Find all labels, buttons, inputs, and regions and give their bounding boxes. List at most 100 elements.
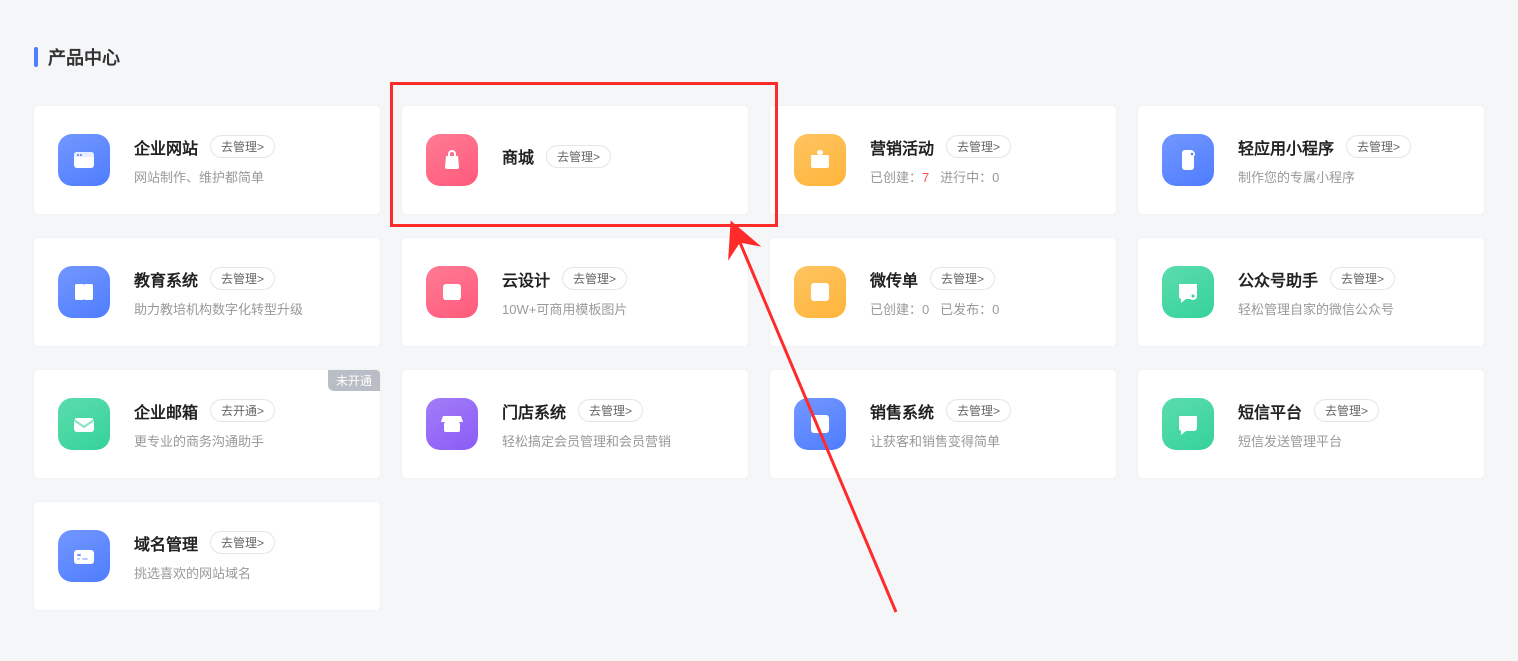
product-card-edu[interactable]: 教育系统去管理> 助力教培机构数字化转型升级 [34, 238, 380, 346]
card-head: 域名管理去管理> [134, 531, 356, 555]
section-header: 产品中心 [34, 44, 1484, 70]
product-card-domain[interactable]: 域名管理去管理> 挑选喜欢的网站域名 [34, 502, 380, 610]
manage-button[interactable]: 去管理> [210, 531, 275, 554]
card-title: 云设计 [502, 267, 550, 291]
label-published: 已发布： [940, 302, 992, 317]
card-title: 营销活动 [870, 135, 934, 159]
manage-button[interactable]: 去管理> [1314, 399, 1379, 422]
mail-icon [58, 398, 110, 450]
card-body: 商城去管理> [502, 144, 724, 176]
value-running: 0 [992, 170, 999, 185]
manage-button[interactable]: 去管理> [1330, 267, 1395, 290]
product-card-sms[interactable]: 短信平台去管理> 短信发送管理平台 [1138, 370, 1484, 478]
card-title: 短信平台 [1238, 399, 1302, 423]
card-title: 公众号助手 [1238, 267, 1318, 291]
browser-icon [58, 134, 110, 186]
card-title: 销售系统 [870, 399, 934, 423]
manage-button[interactable]: 去管理> [562, 267, 627, 290]
value-created: 0 [922, 302, 929, 317]
card-body: 轻应用小程序去管理> 制作您的专属小程序 [1238, 135, 1460, 186]
activate-button[interactable]: 去开通> [210, 399, 275, 422]
card-body: 云设计去管理> 10W+可商用模板图片 [502, 267, 724, 318]
section-accent-bar [34, 47, 38, 67]
card-head: 企业邮箱去开通> [134, 399, 356, 423]
product-card-website[interactable]: 企业网站去管理> 网站制作、维护都简单 [34, 106, 380, 214]
chat-gear-icon [1162, 266, 1214, 318]
card-title: 教育系统 [134, 267, 198, 291]
card-title: 域名管理 [134, 531, 198, 555]
phone-icon [1162, 134, 1214, 186]
card-head: 短信平台去管理> [1238, 399, 1460, 423]
list-icon [794, 398, 846, 450]
card-head: 营销活动去管理> [870, 135, 1092, 159]
card-description: 轻松搞定会员管理和会员营销 [502, 431, 724, 450]
card-body: 企业网站去管理> 网站制作、维护都简单 [134, 135, 356, 186]
card-body: 公众号助手去管理> 轻松管理自家的微信公众号 [1238, 267, 1460, 318]
manage-button[interactable]: 去管理> [1346, 135, 1411, 158]
card-head: 云设计去管理> [502, 267, 724, 291]
card-title: 企业网站 [134, 135, 198, 159]
product-card-wechat[interactable]: 公众号助手去管理> 轻松管理自家的微信公众号 [1138, 238, 1484, 346]
card-head: 商城去管理> [502, 144, 724, 168]
gift-icon [794, 134, 846, 186]
manage-button[interactable]: 去管理> [210, 267, 275, 290]
card-head: 销售系统去管理> [870, 399, 1092, 423]
manage-button[interactable]: 去管理> [930, 267, 995, 290]
manage-button[interactable]: 去管理> [210, 135, 275, 158]
card-title: 企业邮箱 [134, 399, 198, 423]
picture-icon [426, 266, 478, 318]
storefront-icon [426, 398, 478, 450]
product-grid: 企业网站去管理>网站制作、维护都简单商城去管理>营销活动去管理>已创建：7 进行… [34, 106, 1484, 610]
product-card-mail[interactable]: 未开通企业邮箱去开通> 更专业的商务沟通助手 [34, 370, 380, 478]
card-body: 企业邮箱去开通> 更专业的商务沟通助手 [134, 399, 356, 450]
card-head: 轻应用小程序去管理> [1238, 135, 1460, 159]
card-description: 挑选喜欢的网站域名 [134, 563, 356, 582]
card-title: 轻应用小程序 [1238, 135, 1334, 159]
product-card-design[interactable]: 云设计去管理> 10W+可商用模板图片 [402, 238, 748, 346]
card-description: 网站制作、维护都简单 [134, 167, 356, 186]
card-description: 已创建：0 已发布：0 [870, 299, 1092, 318]
book-icon [58, 266, 110, 318]
card-body: 门店系统去管理> 轻松搞定会员管理和会员营销 [502, 399, 724, 450]
card-head: 门店系统去管理> [502, 399, 724, 423]
product-card-marketing[interactable]: 营销活动去管理> 已创建：7 进行中：0 [770, 106, 1116, 214]
domain-icon [58, 530, 110, 582]
card-body: 短信平台去管理> 短信发送管理平台 [1238, 399, 1460, 450]
card-description: 制作您的专属小程序 [1238, 167, 1460, 186]
value-published: 0 [992, 302, 999, 317]
news-icon [794, 266, 846, 318]
product-card-flyer[interactable]: 微传单去管理>已创建：0 已发布：0 [770, 238, 1116, 346]
card-head: 企业网站去管理> [134, 135, 356, 159]
card-description: 已创建：7 进行中：0 [870, 167, 1092, 186]
card-title: 微传单 [870, 267, 918, 291]
section-title: 产品中心 [48, 44, 120, 70]
manage-button[interactable]: 去管理> [546, 145, 611, 168]
bubble-icon [1162, 398, 1214, 450]
product-card-store[interactable]: 门店系统去管理> 轻松搞定会员管理和会员营销 [402, 370, 748, 478]
card-body: 营销活动去管理> 已创建：7 进行中：0 [870, 135, 1092, 186]
card-body: 微传单去管理>已创建：0 已发布：0 [870, 267, 1092, 318]
label-created: 已创建： [870, 302, 922, 317]
card-description: 短信发送管理平台 [1238, 431, 1460, 450]
card-title: 商城 [502, 144, 534, 168]
card-body: 销售系统去管理>让获客和销售变得简单 [870, 399, 1092, 450]
manage-button[interactable]: 去管理> [946, 135, 1011, 158]
card-head: 微传单去管理> [870, 267, 1092, 291]
card-description: 轻松管理自家的微信公众号 [1238, 299, 1460, 318]
card-description: 更专业的商务沟通助手 [134, 431, 356, 450]
manage-button[interactable]: 去管理> [946, 399, 1011, 422]
card-description: 助力教培机构数字化转型升级 [134, 299, 356, 318]
label-created: 已创建： [870, 170, 922, 185]
product-card-sales[interactable]: 销售系统去管理>让获客和销售变得简单 [770, 370, 1116, 478]
value-created: 7 [922, 170, 929, 185]
product-card-mall[interactable]: 商城去管理> [402, 106, 748, 214]
manage-button[interactable]: 去管理> [578, 399, 643, 422]
bag-icon [426, 134, 478, 186]
card-body: 教育系统去管理> 助力教培机构数字化转型升级 [134, 267, 356, 318]
card-head: 公众号助手去管理> [1238, 267, 1460, 291]
card-title: 门店系统 [502, 399, 566, 423]
card-head: 教育系统去管理> [134, 267, 356, 291]
card-description: 10W+可商用模板图片 [502, 299, 724, 318]
badge-not-activated: 未开通 [328, 370, 380, 391]
product-card-miniapp[interactable]: 轻应用小程序去管理> 制作您的专属小程序 [1138, 106, 1484, 214]
